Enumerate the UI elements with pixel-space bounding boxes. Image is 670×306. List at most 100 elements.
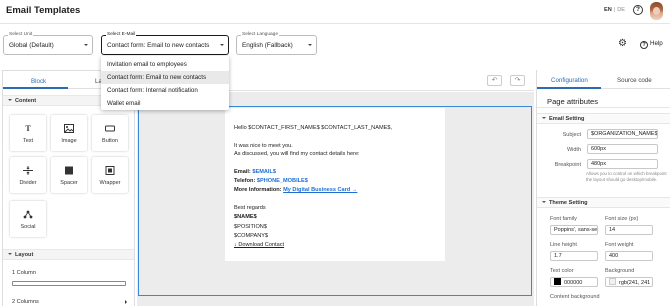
chevron-down-icon — [308, 44, 312, 46]
help-button[interactable]: ? Help — [640, 40, 663, 49]
tab-source-code[interactable]: Source code — [617, 77, 652, 84]
divider-icon — [23, 166, 33, 175]
language-switcher: EN | DE — [604, 7, 625, 13]
social-icon — [23, 210, 33, 219]
dropdown-option[interactable]: Contact form: Internal notification — [101, 84, 229, 97]
redo-icon[interactable]: ↷ — [510, 75, 525, 86]
email-line-1: It was nice to meet you. — [234, 143, 293, 149]
signature-company: $COMPANY$ — [234, 233, 269, 239]
block-image[interactable]: Image — [51, 115, 87, 151]
select-email[interactable]: Select E-Mail Contact form: Email to new… — [101, 32, 229, 55]
dropdown-option[interactable]: Invitation email to employees — [101, 58, 229, 71]
font-weight-input[interactable]: 400 — [605, 251, 653, 261]
email-value[interactable]: $EMAIL$ — [252, 169, 276, 175]
gear-icon[interactable]: ⚙ — [618, 39, 628, 49]
right-panel: Configuration Source code Page attribute… — [536, 70, 670, 306]
button-icon — [105, 124, 115, 133]
select-language-label: Select Language — [241, 32, 280, 37]
signature-name: $NAME$ — [234, 214, 257, 220]
more-info-row: More Information: My Digital Business Ca… — [234, 187, 357, 193]
section-theme-setting[interactable]: Theme Setting — [537, 197, 670, 208]
block-divider[interactable]: Divider — [10, 157, 46, 193]
breakpoint-hint: Allows you to control on which breakpoin… — [586, 171, 667, 182]
layout-1-column[interactable] — [12, 281, 126, 286]
page-attributes-header: Page attributes — [537, 94, 670, 108]
block-label: Divider — [19, 180, 37, 186]
font-size-input[interactable]: 14 — [605, 225, 653, 235]
email-row: Email: $EMAIL$ — [234, 169, 276, 175]
select-unit-value: Global (Default) — [9, 42, 54, 49]
content-background-label: Content background — [550, 294, 600, 300]
chevron-down-icon — [542, 117, 546, 119]
width-input[interactable]: 600px — [587, 144, 658, 154]
line-height-input[interactable]: 1.7 — [550, 251, 598, 261]
wrapper-icon — [105, 166, 115, 175]
dropdown-option[interactable]: Wallet email — [101, 97, 229, 110]
lang-separator: | — [613, 7, 616, 13]
block-text[interactable]: T Text — [10, 115, 46, 151]
download-contact-link[interactable]: ↓ Download Contact — [234, 242, 284, 248]
width-label: Width — [566, 147, 581, 153]
page-attributes-title: Page attributes — [547, 97, 599, 106]
email-label: Email: — [234, 169, 251, 175]
phone-row: Telefon: $PHONE_MOBILE$ — [234, 178, 308, 184]
section-layout[interactable]: Layout — [3, 249, 134, 260]
subject-input[interactable]: $ORGANIZATION_NAME$ — [587, 129, 658, 139]
background-input[interactable]: rgb(241, 241 — [605, 277, 653, 287]
phone-value[interactable]: $PHONE_MOBILE$ — [257, 178, 308, 184]
breakpoint-input[interactable]: 480px — [587, 159, 658, 169]
breakpoint-label: Breakpoint — [554, 162, 581, 168]
font-family-label: Font family — [550, 216, 577, 222]
undo-icon[interactable]: ↶ — [487, 75, 502, 86]
block-label: Wrapper — [99, 180, 121, 186]
text-color-input[interactable]: 000000 — [550, 277, 598, 287]
help-circle-icon[interactable]: ? — [633, 5, 643, 15]
business-card-link[interactable]: My Digital Business Card → — [283, 187, 357, 193]
font-family-input[interactable]: Poppins', sans-serif — [550, 225, 598, 235]
signature-position: $POSITION$ — [234, 224, 267, 230]
spacer-icon — [64, 166, 74, 175]
background-value: rgb(241, 241 — [619, 280, 651, 286]
help-button-label: Help — [650, 40, 663, 47]
active-tab-indicator — [537, 87, 601, 89]
email-line-2: As discussed, you will find my contact d… — [234, 151, 360, 157]
select-unit[interactable]: Select Unit Global (Default) — [3, 32, 93, 55]
chevron-down-icon — [220, 44, 224, 46]
chevron-down-icon — [542, 201, 546, 203]
avatar[interactable] — [650, 2, 663, 20]
section-email-setting[interactable]: Email Setting — [537, 113, 670, 124]
block-label: Social — [20, 224, 36, 230]
dropdown-option-selected[interactable]: Contact form: Email to new contacts — [101, 71, 229, 84]
lang-en[interactable]: EN — [604, 7, 612, 13]
lang-de[interactable]: DE — [617, 7, 625, 13]
font-size-label: Font size (px) — [605, 216, 639, 222]
block-label: Spacer — [60, 180, 78, 186]
select-email-label: Select E-Mail — [106, 32, 137, 37]
select-email-value: Contact form: Email to new contacts — [107, 42, 210, 49]
color-swatch[interactable] — [554, 278, 561, 285]
block-button[interactable]: Button — [92, 115, 128, 151]
tab-block[interactable]: Block — [31, 78, 46, 85]
chevron-down-icon — [8, 99, 12, 101]
image-icon — [64, 124, 74, 133]
email-canvas: Hello $CONTACT_FIRST_NAME$ $CONTACT_LAST… — [137, 92, 534, 306]
block-wrapper[interactable]: Wrapper — [92, 157, 128, 193]
email-preview[interactable]: Hello $CONTACT_FIRST_NAME$ $CONTACT_LAST… — [225, 108, 445, 261]
section-content-title: Content — [15, 98, 37, 104]
font-weight-label: Font weight — [605, 242, 634, 248]
section-theme-setting-title: Theme Setting — [549, 200, 588, 206]
tab-configuration[interactable]: Configuration — [551, 77, 588, 84]
block-label: Button — [102, 138, 118, 144]
color-swatch[interactable] — [609, 278, 616, 285]
regards: Best regards — [234, 205, 266, 211]
block-social[interactable]: Social — [10, 201, 46, 237]
layout-2-columns-label[interactable]: 2 Columns — [12, 299, 39, 305]
chevron-right-icon[interactable] — [125, 300, 127, 304]
line-height-label: Line height — [550, 242, 577, 248]
active-tab-indicator — [3, 87, 68, 89]
block-spacer[interactable]: Spacer — [51, 157, 87, 193]
subject-label: Subject — [562, 132, 581, 138]
chevron-down-icon — [8, 253, 12, 255]
select-language[interactable]: Select Language English (Fallback) — [236, 32, 317, 55]
app-header: Email Templates EN | DE ? — [0, 0, 670, 24]
